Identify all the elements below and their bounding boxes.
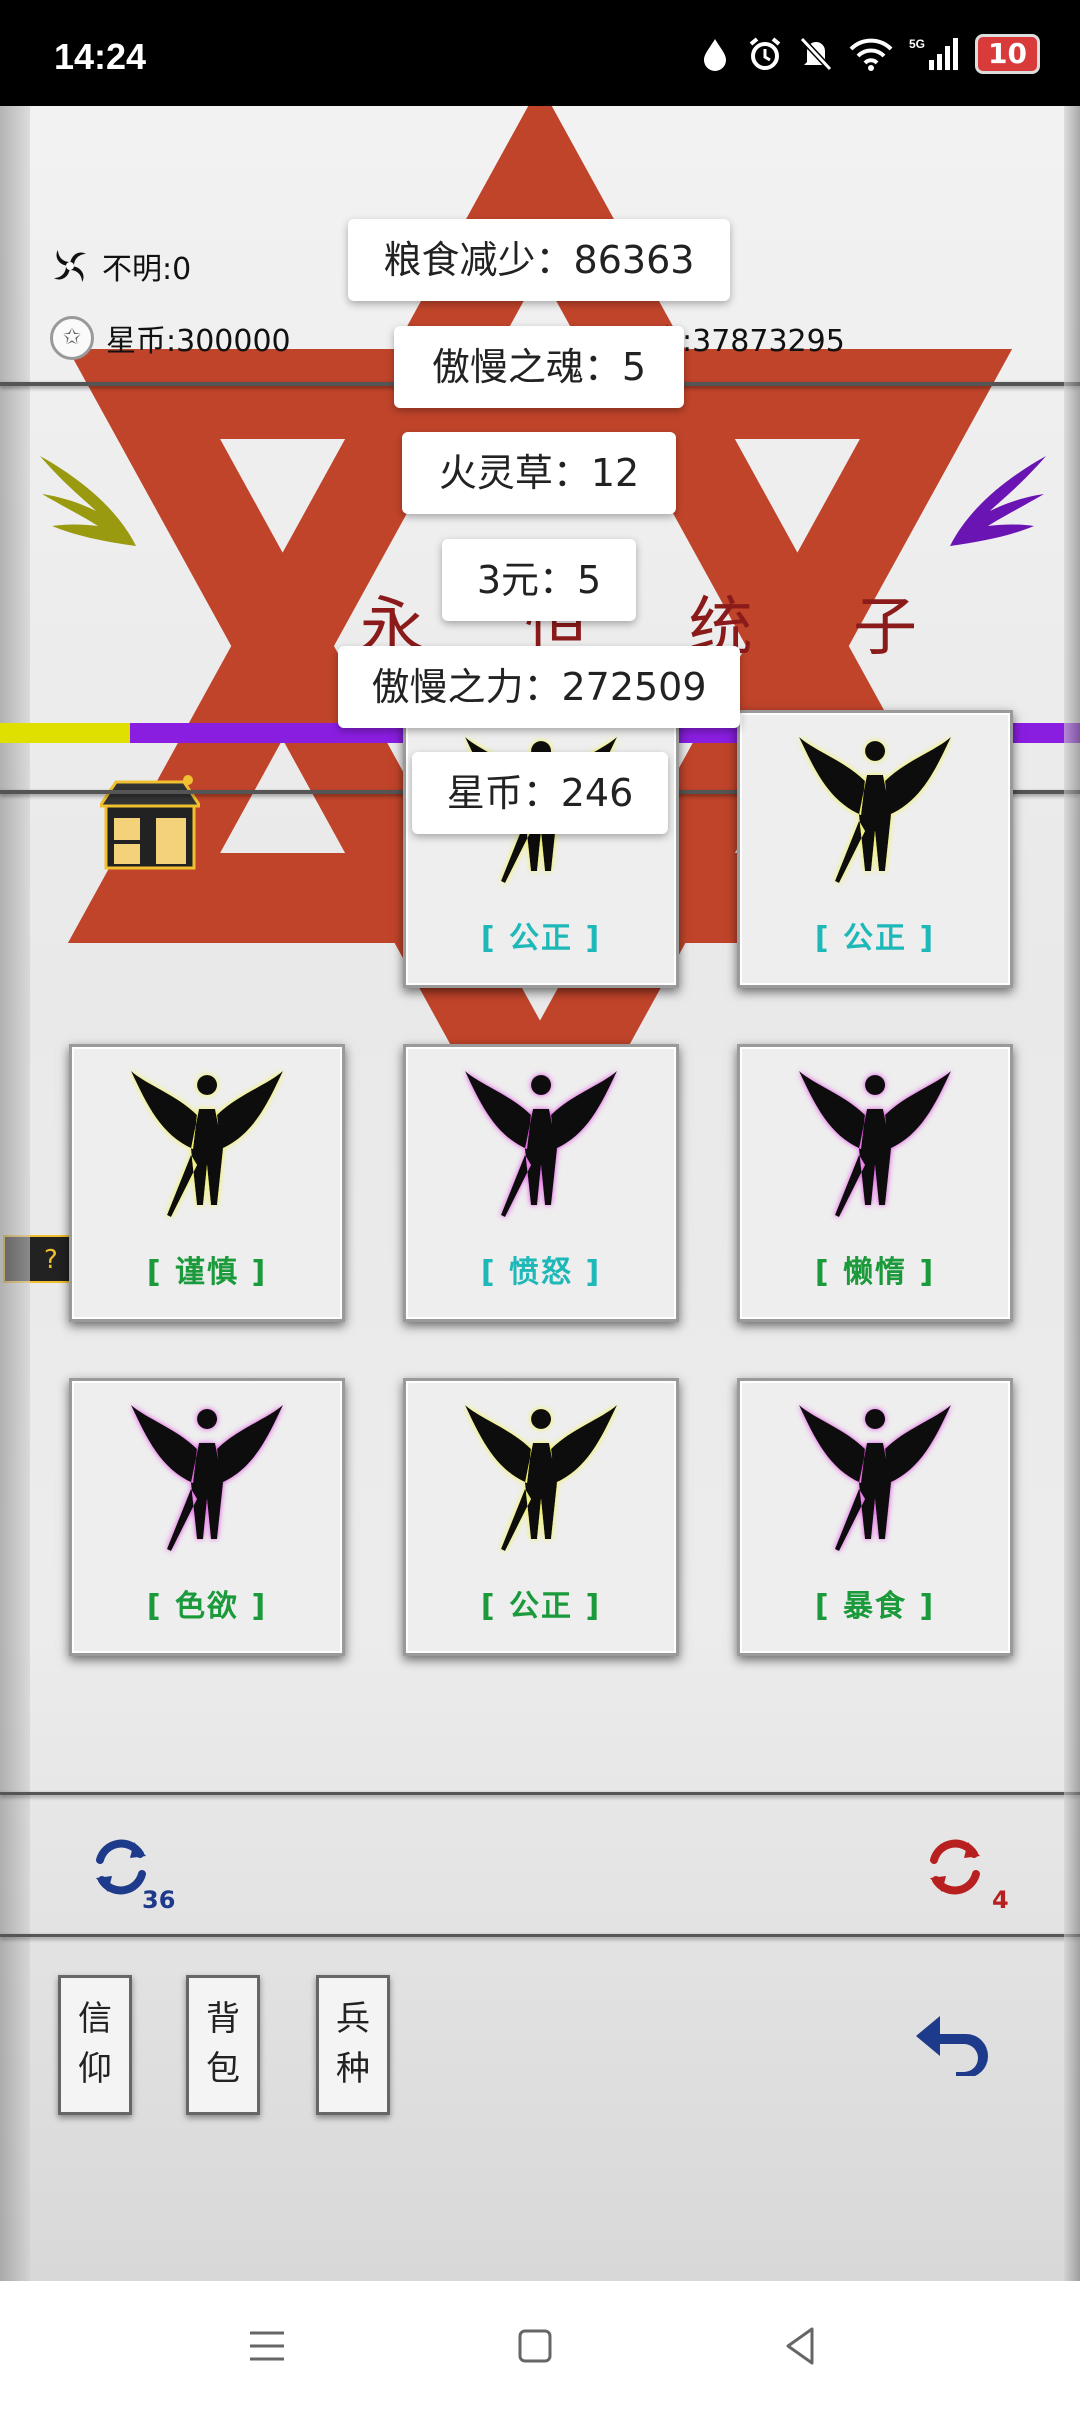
refresh-divider	[0, 1934, 1080, 1937]
star-coin-icon: ✩	[50, 316, 94, 360]
droplet-icon	[704, 39, 727, 71]
unit-card[interactable]: [ 公正 ]	[403, 1378, 679, 1656]
toast-three-yuan: 3元：5	[442, 539, 636, 621]
svg-text:5G: 5G	[909, 37, 925, 51]
unit-card-label: [ 懒惰 ]	[814, 1255, 936, 1290]
bag-button-label: 背 包	[206, 1999, 240, 2089]
unit-card-label: [ 愤怒 ]	[480, 1255, 602, 1290]
unit-card-label: [ 公正 ]	[814, 921, 936, 956]
winged-figure-icon	[465, 1405, 617, 1551]
toast-food-decrease: 粮食减少：86363	[348, 219, 730, 301]
toast-pride-soul: 傲慢之魂：5	[394, 326, 684, 408]
resource-unknown: 不明:0	[50, 244, 191, 288]
winged-figure-icon	[131, 1405, 283, 1551]
winged-figure-icon	[465, 1071, 617, 1217]
winged-figure-icon	[131, 1071, 283, 1217]
status-bar: 14:24 5G 10	[0, 0, 1080, 106]
back-nav-icon[interactable]	[776, 2321, 826, 2371]
resource-star-coin: ✩ 星币:300000	[50, 316, 291, 360]
unit-card-label: [ 公正 ]	[480, 921, 602, 956]
status-icons: 5G 10	[699, 34, 1040, 74]
unit-card[interactable]: [ 谨慎 ]	[69, 1044, 345, 1322]
refresh-blue-count: 36	[142, 1886, 176, 1914]
unit-card[interactable]: [ 暴食 ]	[737, 1378, 1013, 1656]
status-time: 14:24	[54, 36, 147, 77]
cards-bottom-divider	[0, 1792, 1080, 1795]
unit-card-label: [ 公正 ]	[480, 1589, 602, 1624]
winged-figure-icon	[799, 1071, 951, 1217]
right-wing-icon	[950, 456, 1046, 546]
home-nav-icon[interactable]	[510, 2321, 560, 2371]
star-coin-value: 星币:300000	[106, 324, 291, 359]
battery-indicator: 10	[975, 34, 1040, 74]
system-nav-bar	[0, 2281, 1080, 2412]
toast-star-coin: 星币：246	[412, 752, 668, 834]
unit-card-label: [ 暴食 ]	[814, 1589, 936, 1624]
troops-button-label: 兵 种	[336, 1999, 370, 2089]
back-arrow-icon[interactable]	[910, 2006, 1000, 2076]
refresh-red-icon[interactable]	[920, 1832, 990, 1902]
scroll-book-icon[interactable]: ?	[0, 1226, 80, 1286]
faith-button-label: 信 仰	[78, 1999, 112, 2089]
toast-pride-power: 傲慢之力：272509	[338, 646, 740, 728]
signal-5g-icon: 5G	[909, 37, 959, 70]
bag-button[interactable]: 背 包	[186, 1975, 260, 2115]
winged-figure-icon	[799, 1405, 951, 1551]
shop-icon[interactable]	[100, 774, 200, 874]
unit-card-label: [ 谨慎 ]	[146, 1255, 268, 1290]
unit-card-label: [ 色欲 ]	[146, 1589, 268, 1624]
winged-figure-icon	[799, 737, 951, 883]
unit-card[interactable]: [ 愤怒 ]	[403, 1044, 679, 1322]
menu-nav-icon[interactable]	[242, 2321, 292, 2371]
unit-card[interactable]: [ 懒惰 ]	[737, 1044, 1013, 1322]
progress-bar-yellow	[0, 723, 130, 743]
svg-text:?: ?	[44, 1245, 58, 1275]
alarm-icon	[749, 37, 781, 70]
left-wing-icon	[40, 456, 136, 546]
toast-fire-herb: 火灵草：12	[402, 432, 676, 514]
faith-button[interactable]: 信 仰	[58, 1975, 132, 2115]
game-screen: 不明:0 ✩ 星币:300000 食:37873295 0 永 恒 统 子 ?	[0, 84, 1080, 2281]
unit-card[interactable]: [ 色欲 ]	[69, 1378, 345, 1656]
unit-card[interactable]: [ 公正 ]	[737, 710, 1013, 988]
spiral-icon	[50, 246, 90, 286]
bell-off-icon	[799, 36, 833, 72]
refresh-red-count: 4	[992, 1886, 1009, 1914]
wifi-icon	[849, 38, 893, 71]
unknown-value: 不明:0	[102, 252, 192, 287]
troops-button[interactable]: 兵 种	[316, 1975, 390, 2115]
